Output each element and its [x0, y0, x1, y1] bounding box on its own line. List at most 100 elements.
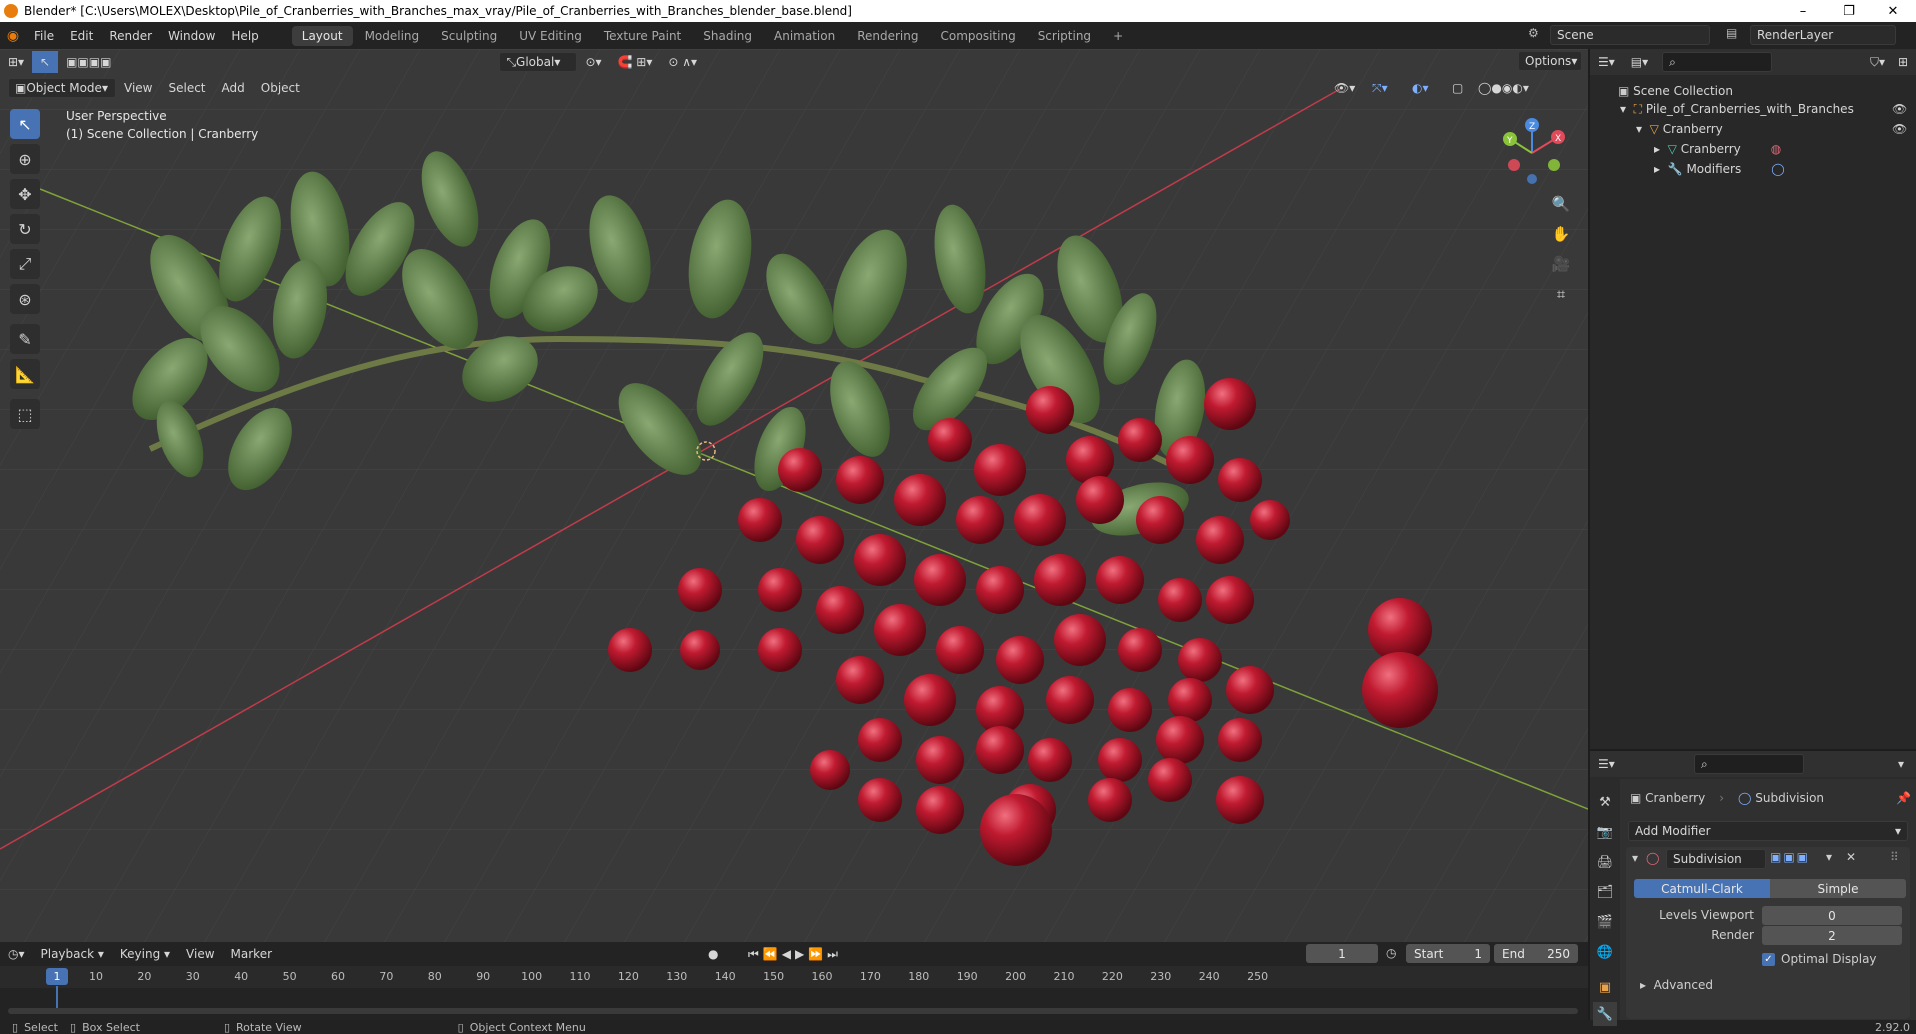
add-modifier-dropdown[interactable]: Add Modifier ▾ — [1628, 821, 1908, 841]
properties-editor-type-icon[interactable]: ☰▾ — [1590, 753, 1623, 775]
visibility-icon[interactable]: 👁▾ — [1326, 77, 1363, 99]
pin-icon[interactable]: 📌 — [1896, 791, 1911, 805]
maximize-button[interactable]: ❐ — [1826, 0, 1872, 22]
visibility-eye-icon[interactable]: 👁 — [1892, 102, 1907, 116]
outliner-item-cranberry-mesh[interactable]: ▸ ▽ Cranberry ◍ — [1654, 139, 1781, 159]
properties-search-input[interactable]: ⌕ — [1694, 754, 1804, 774]
tool-tab-icon[interactable]: ⚒ — [1593, 790, 1617, 814]
view-layer-tab-icon[interactable]: 🗂 — [1593, 880, 1617, 904]
menu-marker[interactable]: Marker — [223, 943, 280, 965]
move-tool[interactable]: ✥ — [10, 179, 40, 209]
modifier-tab-icon[interactable]: 🔧 — [1593, 1002, 1617, 1026]
scene-tab-icon[interactable]: 🎬 — [1593, 910, 1617, 934]
options-dropdown[interactable]: Options ▾ — [1518, 51, 1582, 71]
playback-controls[interactable]: ⏮⏪◀▶⏩⏭ — [740, 943, 850, 965]
tab-animation[interactable]: Animation — [764, 26, 845, 46]
select-tool-icon[interactable]: ↖ — [32, 51, 59, 73]
timeline-editor-type-icon[interactable]: ◷▾ — [0, 943, 33, 965]
outliner-display-mode-icon[interactable]: ▤▾ — [1623, 51, 1656, 73]
overlay-toggle-icon[interactable]: ◐▾ — [1404, 77, 1437, 99]
render-levels-field[interactable]: 2 — [1762, 926, 1902, 945]
output-tab-icon[interactable]: 🖨 — [1593, 850, 1617, 874]
object-mode-dropdown[interactable]: ▣ Object Mode ▾ — [8, 78, 116, 98]
tab-shading[interactable]: Shading — [693, 26, 762, 46]
menu-add[interactable]: Add — [214, 77, 253, 99]
render-layer-selector[interactable]: RenderLayer — [1750, 25, 1896, 45]
outliner-item-pile[interactable]: ▾ ⛶ Pile_of_Cranberries_with_Branches — [1620, 99, 1854, 119]
pan-hand-icon[interactable]: ✋ — [1548, 221, 1574, 247]
menu-timeline-view[interactable]: View — [178, 943, 222, 965]
drag-handle-icon[interactable]: ⠿ — [1890, 850, 1899, 864]
perspective-grid-icon[interactable]: ⌗ — [1548, 281, 1574, 307]
scene-selector[interactable]: Scene — [1550, 25, 1710, 45]
tab-sculpting[interactable]: Sculpting — [431, 26, 507, 46]
tab-compositing[interactable]: Compositing — [930, 26, 1025, 46]
gizmo-toggle-icon[interactable]: ⤧▾ — [1364, 77, 1396, 99]
menu-object[interactable]: Object — [253, 77, 308, 99]
render-tab-icon[interactable]: 📷 — [1593, 820, 1617, 844]
end-frame-field[interactable]: End 250 — [1494, 944, 1578, 963]
add-cube-tool[interactable]: ⬚ — [10, 399, 40, 429]
panel-collapse-arrow-icon[interactable]: ▾ — [1632, 851, 1638, 865]
blender-menu-icon[interactable]: ◉ — [0, 28, 26, 44]
camera-icon[interactable]: 🎥 — [1548, 251, 1574, 277]
advanced-subpanel[interactable]: ▸ Advanced — [1640, 978, 1713, 992]
outliner-item-modifiers[interactable]: ▸ 🔧 Modifiers ◯ — [1654, 159, 1785, 179]
rotate-tool[interactable]: ↻ — [10, 214, 40, 244]
menu-playback[interactable]: Playback ▾ — [33, 943, 112, 965]
selection-mode-icons[interactable]: ▣▣▣▣ — [58, 51, 119, 73]
catmull-clark-option[interactable]: Catmull-Clark — [1634, 879, 1770, 898]
menu-help[interactable]: Help — [223, 29, 266, 43]
navigation-gizmo[interactable]: Z X Y — [1494, 115, 1570, 191]
shading-modes-icon[interactable]: ◯●◉◐▾ — [1470, 77, 1537, 99]
menu-window[interactable]: Window — [160, 29, 223, 43]
menu-select[interactable]: Select — [160, 77, 213, 99]
menu-keying[interactable]: Keying ▾ — [112, 943, 178, 965]
menu-view[interactable]: View — [116, 77, 160, 99]
3d-viewport[interactable]: ⊞▾ ↖ ▣▣▣▣ ⤡ Global ▾ ⊙▾ 🧲 ⊞▾ ⊙ ∧▾ Option… — [0, 49, 1588, 942]
optimal-display-row[interactable]: ✓ Optimal Display — [1762, 952, 1877, 966]
menu-edit[interactable]: Edit — [62, 29, 101, 43]
object-tab-icon[interactable]: ▣ — [1593, 975, 1617, 999]
outliner-search-input[interactable]: ⌕ — [1662, 52, 1773, 72]
current-frame-field[interactable]: 1 — [1306, 944, 1378, 963]
levels-viewport-field[interactable]: 0 — [1762, 906, 1902, 925]
zoom-icon[interactable]: 🔍 — [1548, 191, 1574, 217]
proportional-edit-icon[interactable]: ⊙ ∧▾ — [660, 51, 705, 73]
outliner-scene-collection[interactable]: ▣ Scene Collection — [1618, 81, 1733, 101]
properties-options-icon[interactable]: ▾ — [1890, 753, 1912, 775]
outliner-editor-type-icon[interactable]: ☰▾ — [1590, 51, 1623, 73]
pivot-point-icon[interactable]: ⊙▾ — [577, 51, 609, 73]
close-button[interactable]: ✕ — [1870, 0, 1916, 22]
tab-uv-editing[interactable]: UV Editing — [509, 26, 592, 46]
tab-scripting[interactable]: Scripting — [1028, 26, 1101, 46]
transform-orientation[interactable]: ⤡ Global ▾ — [499, 52, 578, 72]
world-tab-icon[interactable]: 🌐 — [1593, 940, 1617, 964]
xray-icon[interactable]: ▢ — [1444, 77, 1471, 99]
record-icon[interactable]: ● — [700, 943, 726, 965]
start-frame-field[interactable]: Start 1 — [1406, 944, 1490, 963]
scale-tool[interactable]: ⤢ — [10, 249, 40, 279]
annotate-tool[interactable]: ✎ — [10, 324, 40, 354]
add-workspace-button[interactable]: + — [1103, 26, 1133, 46]
modifier-visibility-toggles[interactable]: ▣▣▣ — [1770, 850, 1810, 864]
menu-render[interactable]: Render — [101, 29, 160, 43]
checkbox-checked-icon[interactable]: ✓ — [1762, 952, 1775, 966]
select-box-tool[interactable]: ↖ — [10, 109, 40, 139]
menu-file[interactable]: File — [26, 29, 62, 43]
tab-layout[interactable]: Layout — [291, 25, 353, 46]
timeline-scrollbar[interactable] — [8, 1008, 1578, 1014]
cursor-tool[interactable]: ⊕ — [10, 144, 40, 174]
playhead[interactable]: 1 — [46, 968, 68, 985]
tab-rendering[interactable]: Rendering — [847, 26, 928, 46]
filter-icon[interactable]: ⛉▾ — [1862, 51, 1893, 73]
modifier-menu-icon[interactable]: ▾ — [1826, 850, 1832, 864]
minimize-button[interactable]: – — [1780, 0, 1826, 22]
snap-icon[interactable]: 🧲 ⊞▾ — [610, 51, 661, 73]
tab-modeling[interactable]: Modeling — [355, 26, 430, 46]
visibility-eye-icon[interactable]: 👁 — [1892, 122, 1907, 136]
modifier-delete-icon[interactable]: ✕ — [1846, 850, 1856, 864]
editor-type-icon[interactable]: ⊞▾ — [0, 51, 32, 73]
new-collection-icon[interactable]: ⊞ — [1890, 51, 1916, 73]
tab-texture-paint[interactable]: Texture Paint — [594, 26, 691, 46]
